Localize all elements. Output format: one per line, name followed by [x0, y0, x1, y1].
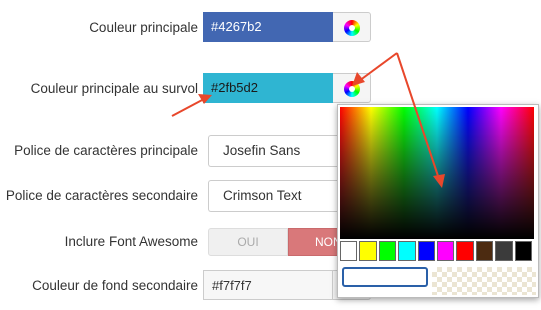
palette-swatch[interactable] [417, 241, 436, 261]
hover-color-input[interactable]: #2fb5d2 [203, 73, 333, 103]
color-wheel-icon [344, 81, 360, 97]
main-font-label: Police de caractères principale [14, 143, 198, 158]
hover-color-picker-button[interactable] [333, 73, 371, 103]
palette-swatch[interactable] [340, 241, 358, 261]
hover-color-label: Couleur principale au survol [30, 81, 198, 96]
primary-color-input[interactable]: #4267b2 [203, 12, 333, 42]
picker-alpha-preview [432, 267, 536, 295]
color-wheel-icon [344, 20, 360, 36]
primary-color-picker-button[interactable] [333, 12, 371, 42]
secondary-bg-input[interactable]: #f7f7f7 [203, 270, 333, 300]
toggle-option-oui[interactable]: OUI [208, 228, 288, 256]
palette-swatch[interactable] [437, 241, 455, 261]
color-palette [340, 241, 534, 263]
color-picker-popup [337, 104, 539, 298]
palette-swatch[interactable] [514, 241, 533, 261]
secondary-font-input[interactable]: Crimson Text [208, 180, 348, 212]
color-spectrum[interactable] [340, 107, 534, 239]
palette-swatch[interactable] [359, 241, 377, 261]
font-awesome-toggle[interactable]: OUI NON [208, 228, 348, 256]
palette-swatch[interactable] [378, 241, 397, 261]
secondary-bg-label: Couleur de fond secondaire [32, 278, 198, 293]
font-awesome-label: Inclure Font Awesome [64, 234, 198, 249]
palette-swatch[interactable] [475, 241, 494, 261]
palette-swatch[interactable] [398, 241, 416, 261]
picker-hex-input[interactable] [342, 267, 428, 287]
primary-color-label: Couleur principale [89, 20, 198, 35]
palette-swatch[interactable] [456, 241, 474, 261]
palette-swatch[interactable] [495, 241, 513, 261]
secondary-font-label: Police de caractères secondaire [5, 188, 198, 203]
main-font-input[interactable]: Josefin Sans [208, 135, 348, 167]
